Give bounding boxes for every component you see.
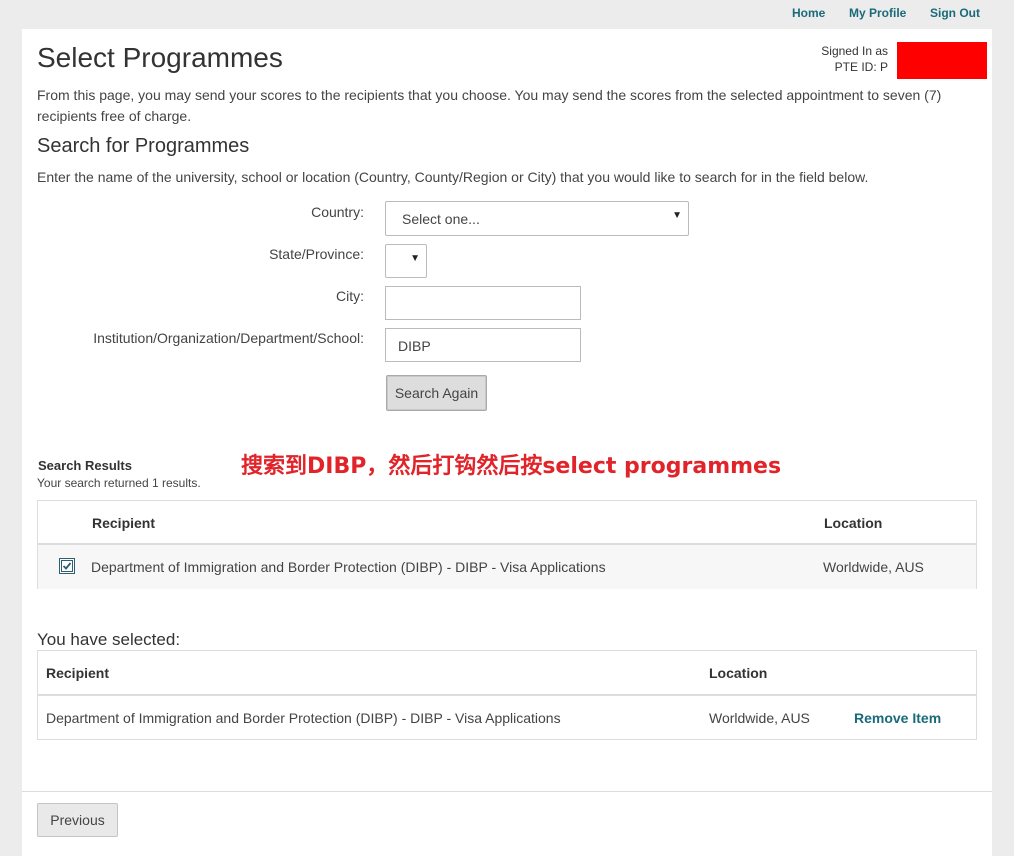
result-location: Worldwide, AUS <box>823 559 924 575</box>
signed-in-label: Signed In as <box>821 44 888 58</box>
previous-button[interactable]: Previous <box>37 803 118 837</box>
institution-input-value: DIBP <box>398 338 431 354</box>
check-icon <box>61 560 73 572</box>
column-header-location: Location <box>709 665 768 681</box>
table-row: Department of Immigration and Border Pro… <box>38 696 976 740</box>
nav-sign-out-link[interactable]: Sign Out <box>930 6 980 20</box>
search-results-title: Search Results <box>38 458 132 473</box>
pte-id-label: PTE ID: P <box>834 60 888 74</box>
column-header-recipient: Recipient <box>92 515 156 531</box>
selected-recipient: Department of Immigration and Border Pro… <box>46 710 561 726</box>
main-panel: Select Programmes Signed In as PTE ID: P… <box>22 29 992 856</box>
result-recipient: Department of Immigration and Border Pro… <box>91 559 606 575</box>
chevron-down-icon: ▼ <box>672 210 682 221</box>
footer-divider <box>22 791 992 792</box>
remove-item-link[interactable]: Remove Item <box>854 710 941 726</box>
table-row: Department of Immigration and Border Pro… <box>38 545 976 589</box>
page-title: Select Programmes <box>37 42 283 73</box>
intro-text: From this page, you may send your scores… <box>37 87 942 124</box>
city-input[interactable] <box>385 286 581 320</box>
signed-in-info: Signed In as PTE ID: P <box>821 43 888 75</box>
city-label: City: <box>336 288 364 304</box>
column-header-location: Location <box>824 515 883 531</box>
table-header: Recipient Location <box>38 501 976 545</box>
search-results-table: Recipient Location Department of Immigra… <box>37 500 977 589</box>
selected-title: You have selected: <box>37 630 181 649</box>
selected-table: Recipient Location Department of Immigra… <box>37 650 977 740</box>
nav-home-link[interactable]: Home <box>792 6 825 20</box>
institution-label: Institution/Organization/Department/Scho… <box>93 330 364 346</box>
table-header: Recipient Location <box>38 651 976 696</box>
country-label: Country: <box>311 204 364 220</box>
top-nav: Home My Profile Sign Out <box>0 0 1014 28</box>
recipient-checkbox[interactable] <box>59 558 75 574</box>
nav-my-profile-link[interactable]: My Profile <box>849 6 906 20</box>
country-select-value: Select one... <box>402 211 480 227</box>
column-header-recipient: Recipient <box>46 665 110 681</box>
state-label: State/Province: <box>269 246 364 262</box>
search-again-button[interactable]: Search Again <box>386 375 487 411</box>
country-select[interactable]: Select one... ▼ <box>385 201 689 236</box>
search-heading: Search for Programmes <box>37 135 250 157</box>
selected-location: Worldwide, AUS <box>709 710 810 726</box>
state-select[interactable]: ▼ <box>385 244 427 278</box>
institution-input[interactable]: DIBP <box>385 328 581 362</box>
chevron-down-icon: ▼ <box>410 253 420 264</box>
redaction-box <box>897 42 987 79</box>
search-results-count: Your search returned 1 results. <box>37 476 201 490</box>
search-hint: Enter the name of the university, school… <box>37 169 869 185</box>
annotation-text: 搜索到DIBP，然后打钩然后按select programmes <box>241 454 782 479</box>
